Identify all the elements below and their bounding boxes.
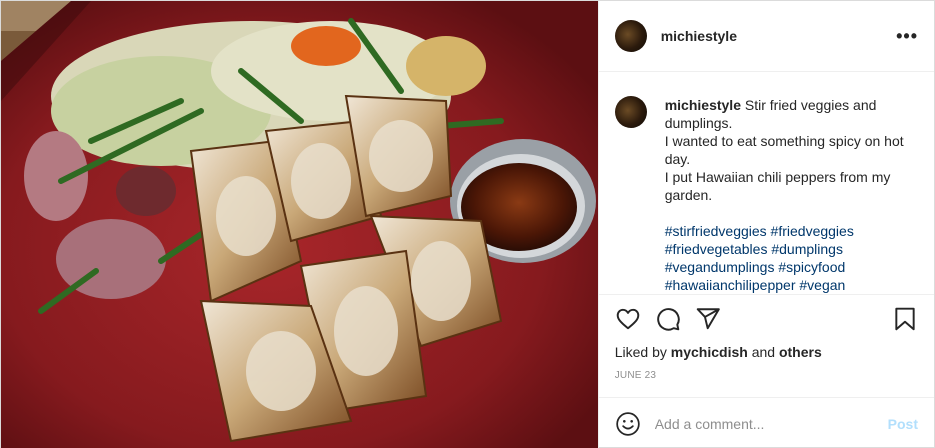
post-sidebar: michiestyle ••• michiestyle Stir fried v… — [597, 1, 934, 448]
hashtag-link[interactable]: #friedvegetables — [665, 241, 768, 257]
comment-form: Post — [598, 397, 934, 448]
hashtag-link[interactable]: #dumplings — [771, 241, 843, 257]
caption-username[interactable]: michiestyle — [665, 97, 741, 113]
liker-username[interactable]: mychicdish — [671, 344, 748, 360]
caption-line-3: I put Hawaiian chili peppers from my gar… — [664, 169, 891, 203]
hashtag-link[interactable]: #stirfriedveggies — [665, 223, 767, 239]
hashtag-link[interactable]: #vegandumplings — [665, 259, 775, 275]
caption-text: michiestyle Stir fried veggies and dumpl… — [665, 96, 905, 294]
caption-area: michiestyle Stir fried veggies and dumpl… — [599, 72, 934, 294]
more-options-icon[interactable]: ••• — [896, 26, 918, 47]
hashtag-link[interactable]: #spicyfood — [778, 259, 845, 275]
caption-line-2: I wanted to eat something spicy on hot d… — [664, 133, 904, 167]
heart-icon[interactable] — [615, 306, 641, 332]
hashtag-link[interactable]: #vegan — [799, 277, 845, 293]
hashtag-link[interactable]: #hawaiianchilipepper — [665, 277, 796, 293]
post-date[interactable]: JUNE 23 — [599, 370, 934, 381]
bookmark-icon[interactable] — [892, 306, 918, 332]
action-bar — [598, 294, 934, 342]
paper-plane-icon[interactable] — [695, 306, 721, 332]
author-username[interactable]: michiestyle — [661, 28, 737, 44]
post-image[interactable] — [1, 1, 598, 448]
likes-prefix: Liked by — [614, 344, 667, 360]
comment-icon[interactable] — [655, 306, 681, 332]
smiley-icon[interactable] — [615, 411, 641, 437]
likes-joiner: and — [751, 344, 776, 360]
food-photo — [1, 1, 598, 448]
caption-avatar[interactable] — [614, 96, 647, 128]
post-comment-button[interactable]: Post — [888, 416, 918, 432]
hashtag-list: #stirfriedveggies #friedveggies #friedve… — [665, 222, 905, 294]
post-header: michiestyle ••• — [598, 1, 934, 72]
likes-others-link[interactable]: others — [779, 344, 822, 360]
hashtag-link[interactable]: #friedveggies — [771, 223, 854, 239]
comment-input[interactable] — [654, 415, 888, 432]
instagram-post: michiestyle ••• michiestyle Stir fried v… — [0, 0, 935, 448]
avatar[interactable] — [614, 20, 647, 52]
likes-summary: Liked by mychicdish and others — [599, 344, 934, 360]
